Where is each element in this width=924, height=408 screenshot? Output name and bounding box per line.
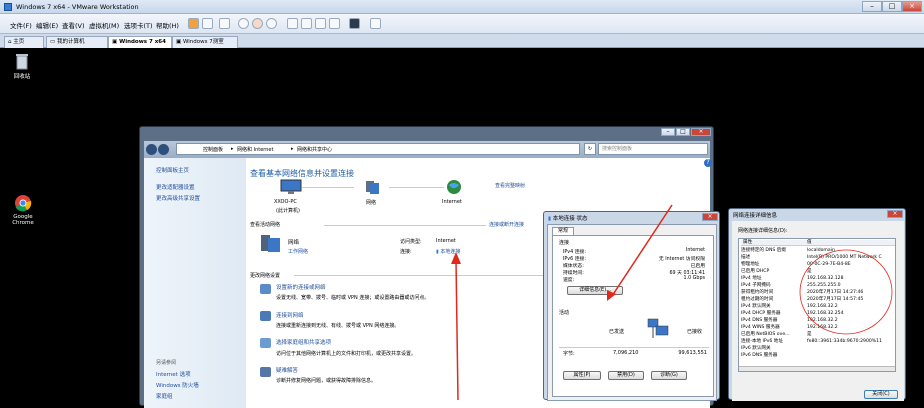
annotation-layer xyxy=(451,204,893,400)
annotation-arrow-head xyxy=(451,252,461,264)
annotation-arrow-line xyxy=(611,204,673,297)
annotation-arrow-line xyxy=(455,259,459,400)
annotation-circle xyxy=(799,249,893,335)
